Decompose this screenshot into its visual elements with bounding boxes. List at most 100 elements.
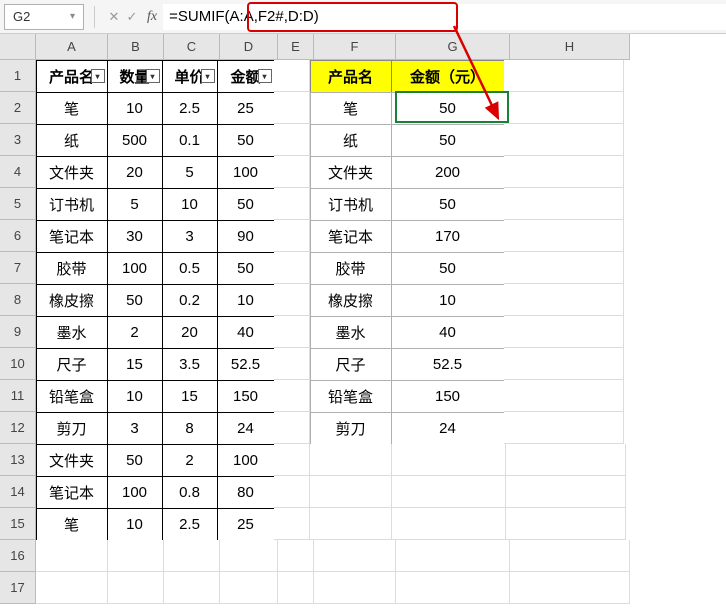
cell-H7[interactable] [504, 252, 624, 284]
cell-D17[interactable] [220, 572, 278, 604]
row-header-4[interactable]: 4 [0, 156, 36, 188]
cell-C6[interactable]: 3 [162, 220, 218, 253]
row-header-9[interactable]: 9 [0, 316, 36, 348]
column-header-B[interactable]: B [108, 34, 164, 60]
chevron-down-icon[interactable]: ▾ [70, 11, 75, 22]
cell-B4[interactable]: 20 [107, 156, 163, 189]
cell-E7[interactable] [274, 252, 310, 284]
cell-E11[interactable] [274, 380, 310, 412]
cell-C14[interactable]: 0.8 [162, 476, 218, 509]
cell-D6[interactable]: 90 [217, 220, 275, 253]
filter-dropdown-icon[interactable]: ▾ [201, 69, 215, 83]
cell-G7[interactable]: 50 [391, 252, 505, 285]
cell-G13[interactable] [392, 444, 506, 476]
cell-E6[interactable] [274, 220, 310, 252]
cell-H14[interactable] [506, 476, 626, 508]
cell-H3[interactable] [504, 124, 624, 156]
cell-C3[interactable]: 0.1 [162, 124, 218, 157]
cell-F17[interactable] [314, 572, 396, 604]
name-box[interactable]: G2 ▾ [4, 4, 84, 30]
row-header-2[interactable]: 2 [0, 92, 36, 124]
cell-E17[interactable] [278, 572, 314, 604]
cell-E8[interactable] [274, 284, 310, 316]
cell-G3[interactable]: 50 [391, 124, 505, 157]
cell-G14[interactable] [392, 476, 506, 508]
cell-F12[interactable]: 剪刀 [310, 412, 392, 445]
cell-C7[interactable]: 0.5 [162, 252, 218, 285]
row-header-14[interactable]: 14 [0, 476, 36, 508]
cell-B13[interactable]: 50 [107, 444, 163, 477]
accept-formula-button[interactable]: ✓ [123, 9, 141, 25]
cell-E9[interactable] [274, 316, 310, 348]
cell-H11[interactable] [504, 380, 624, 412]
filter-dropdown-icon[interactable]: ▾ [258, 69, 272, 83]
row-header-6[interactable]: 6 [0, 220, 36, 252]
cell-B15[interactable]: 10 [107, 508, 163, 541]
cell-A13[interactable]: 文件夹 [36, 444, 108, 477]
cell-F5[interactable]: 订书机 [310, 188, 392, 221]
row-header-17[interactable]: 17 [0, 572, 36, 604]
cell-C4[interactable]: 5 [162, 156, 218, 189]
cell-D15[interactable]: 25 [217, 508, 275, 541]
cell-C15[interactable]: 2.5 [162, 508, 218, 541]
cell-C13[interactable]: 2 [162, 444, 218, 477]
cell-A9[interactable]: 墨水 [36, 316, 108, 349]
cell-A17[interactable] [36, 572, 108, 604]
cell-E2[interactable] [274, 92, 310, 124]
cell-G1[interactable]: 金额（元） [391, 60, 505, 93]
cell-D3[interactable]: 50 [217, 124, 275, 157]
formula-input[interactable]: =SUMIF(A:A,F2#,D:D) [163, 4, 726, 30]
cell-F13[interactable] [310, 444, 392, 476]
cell-E4[interactable] [274, 156, 310, 188]
cell-F9[interactable]: 墨水 [310, 316, 392, 349]
cell-B17[interactable] [108, 572, 164, 604]
cell-C17[interactable] [164, 572, 220, 604]
cell-A16[interactable] [36, 540, 108, 572]
cell-H10[interactable] [504, 348, 624, 380]
cell-H16[interactable] [510, 540, 630, 572]
cell-H15[interactable] [506, 508, 626, 540]
cell-D16[interactable] [220, 540, 278, 572]
cell-C12[interactable]: 8 [162, 412, 218, 445]
row-header-11[interactable]: 11 [0, 380, 36, 412]
cell-H6[interactable] [504, 220, 624, 252]
column-header-E[interactable]: E [278, 34, 314, 60]
cell-C1[interactable]: 单价▾ [162, 60, 218, 93]
cell-B9[interactable]: 2 [107, 316, 163, 349]
cell-G5[interactable]: 50 [391, 188, 505, 221]
cell-D10[interactable]: 52.5 [217, 348, 275, 381]
cell-H13[interactable] [506, 444, 626, 476]
column-header-A[interactable]: A [36, 34, 108, 60]
cell-F2[interactable]: 笔 [310, 92, 392, 125]
cell-A4[interactable]: 文件夹 [36, 156, 108, 189]
cell-B11[interactable]: 10 [107, 380, 163, 413]
cell-A11[interactable]: 铅笔盒 [36, 380, 108, 413]
cell-C9[interactable]: 20 [162, 316, 218, 349]
cell-A3[interactable]: 纸 [36, 124, 108, 157]
cell-E15[interactable] [274, 508, 310, 540]
cell-D9[interactable]: 40 [217, 316, 275, 349]
column-header-F[interactable]: F [314, 34, 396, 60]
column-header-C[interactable]: C [164, 34, 220, 60]
cell-H4[interactable] [504, 156, 624, 188]
row-header-1[interactable]: 1 [0, 60, 36, 92]
cell-F11[interactable]: 铅笔盒 [310, 380, 392, 413]
cell-A10[interactable]: 尺子 [36, 348, 108, 381]
cell-E13[interactable] [274, 444, 310, 476]
cells-area[interactable]: 产品名▾数量▾单价▾金额▾产品名金额（元）笔102.525笔50纸5000.15… [36, 60, 630, 604]
row-header-7[interactable]: 7 [0, 252, 36, 284]
cell-B2[interactable]: 10 [107, 92, 163, 125]
cell-D11[interactable]: 150 [217, 380, 275, 413]
cell-G10[interactable]: 52.5 [391, 348, 505, 381]
cell-H1[interactable] [504, 60, 624, 92]
cell-G11[interactable]: 150 [391, 380, 505, 413]
cell-D8[interactable]: 10 [217, 284, 275, 317]
cell-G9[interactable]: 40 [391, 316, 505, 349]
cell-H5[interactable] [504, 188, 624, 220]
cell-H17[interactable] [510, 572, 630, 604]
cell-D13[interactable]: 100 [217, 444, 275, 477]
cell-G6[interactable]: 170 [391, 220, 505, 253]
cell-D5[interactable]: 50 [217, 188, 275, 221]
cell-C11[interactable]: 15 [162, 380, 218, 413]
cell-C16[interactable] [164, 540, 220, 572]
